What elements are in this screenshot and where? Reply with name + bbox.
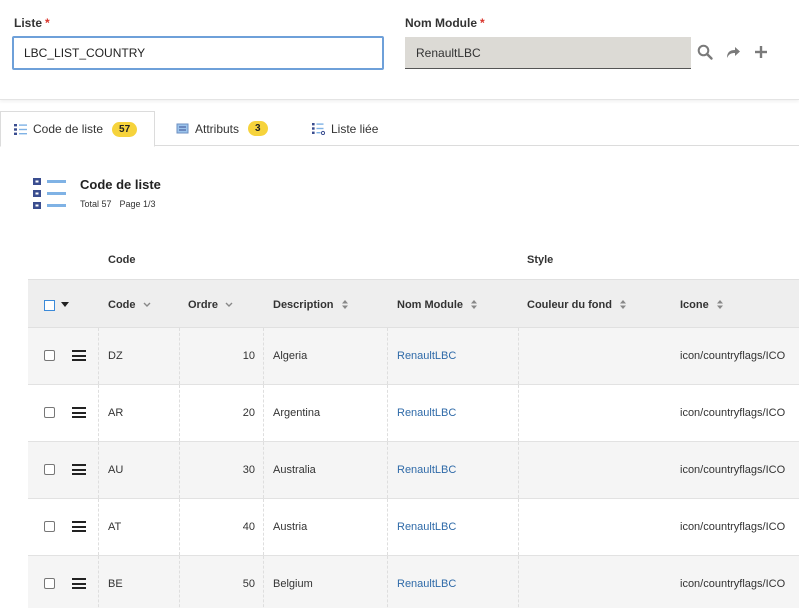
column-group-row: Code Style: [28, 242, 799, 279]
cell-ordre: 30: [242, 464, 255, 476]
tab-label: Code de liste: [33, 122, 104, 136]
column-header-code[interactable]: Code: [108, 280, 151, 329]
cell-code: AU: [108, 464, 124, 476]
module-input[interactable]: [405, 37, 691, 69]
column-header-row: Code Ordre Description Nom Module Couleu…: [28, 279, 799, 328]
hamburger-menu-icon[interactable]: [72, 521, 86, 532]
cell-description: Belgium: [273, 578, 313, 590]
sort-icon: [716, 299, 724, 310]
cell-module-link[interactable]: RenaultLBC: [397, 385, 456, 441]
list-icon: [32, 177, 68, 211]
hamburger-menu-icon[interactable]: [72, 464, 86, 475]
cell-description: Austria: [273, 521, 308, 533]
attributes-icon: [176, 122, 189, 135]
table-row[interactable]: AU 30 Australia RenaultLBC icon/countryf…: [28, 442, 799, 499]
cell-icone: icon/countryflags/ICO: [680, 464, 786, 476]
column-header-nom-module[interactable]: Nom Module: [397, 280, 478, 329]
chevron-down-icon: [143, 299, 151, 310]
cell-code: DZ: [108, 350, 123, 362]
search-icon[interactable]: [696, 43, 714, 61]
table-row[interactable]: DZ 10 Algeria RenaultLBC icon/countryfla…: [28, 328, 799, 385]
section-meta: Total 57 Page 1/3: [80, 199, 164, 209]
group-style: Style: [527, 254, 554, 266]
hamburger-menu-icon[interactable]: [72, 578, 86, 589]
sort-icon: [619, 299, 627, 310]
cell-description: Algeria: [273, 350, 308, 362]
table-body: DZ 10 Algeria RenaultLBC icon/countryfla…: [28, 328, 799, 608]
list-icon: [14, 123, 27, 136]
column-header-couleur-du-fond[interactable]: Couleur du fond: [527, 280, 627, 329]
hamburger-menu-icon[interactable]: [72, 350, 86, 361]
cell-ordre: 10: [242, 350, 255, 362]
cell-module-link[interactable]: RenaultLBC: [397, 442, 456, 498]
required-mark: *: [45, 16, 50, 30]
cell-icone: icon/countryflags/ICO: [680, 521, 786, 533]
cell-icone: icon/countryflags/ICO: [680, 407, 786, 419]
count-badge: 3: [248, 121, 268, 136]
plus-icon[interactable]: [752, 43, 770, 61]
data-grid: Code Style Code Ordre Description Nom Mo…: [28, 242, 799, 608]
chevron-down-icon[interactable]: [61, 302, 69, 307]
hamburger-menu-icon[interactable]: [72, 407, 86, 418]
sort-icon: [341, 299, 349, 310]
cell-ordre: 50: [242, 578, 255, 590]
group-code: Code: [108, 254, 136, 266]
liste-input[interactable]: [12, 36, 384, 70]
table-row[interactable]: AT 40 Austria RenaultLBC icon/countryfla…: [28, 499, 799, 556]
column-header-icone[interactable]: Icone: [680, 280, 724, 329]
table-row[interactable]: AR 20 Argentina RenaultLBC icon/countryf…: [28, 385, 799, 442]
liste-label: Liste *: [14, 16, 50, 30]
select-all-checkbox[interactable]: [44, 300, 55, 311]
tab-attributs[interactable]: Attributs 3: [176, 111, 286, 146]
tab-bar: Code de liste 57 Attributs 3 Liste liée: [0, 111, 799, 147]
chevron-down-icon: [225, 299, 233, 310]
linked-list-icon: [312, 122, 325, 135]
cell-description: Australia: [273, 464, 316, 476]
cell-code: AR: [108, 407, 124, 419]
row-checkbox[interactable]: [44, 464, 55, 475]
tab-label: Attributs: [195, 121, 240, 136]
page-indicator: Page 1/3: [119, 199, 156, 209]
cell-module-link[interactable]: RenaultLBC: [397, 328, 456, 384]
tab-liste-liee[interactable]: Liste liée: [312, 111, 412, 146]
cell-module-link[interactable]: RenaultLBC: [397, 499, 456, 555]
cell-module-link[interactable]: RenaultLBC: [397, 556, 456, 608]
sort-icon: [470, 299, 478, 310]
tab-label: Liste liée: [331, 121, 379, 136]
module-label: Nom Module *: [405, 16, 485, 30]
cell-ordre: 20: [242, 407, 255, 419]
count-badge: 57: [112, 121, 138, 137]
share-arrow-icon[interactable]: [724, 43, 742, 61]
row-checkbox[interactable]: [44, 578, 55, 589]
row-checkbox[interactable]: [44, 350, 55, 361]
cell-icone: icon/countryflags/ICO: [680, 578, 786, 590]
row-checkbox[interactable]: [44, 407, 55, 418]
section-title: Code de liste: [80, 177, 161, 192]
cell-code: BE: [108, 578, 123, 590]
row-checkbox[interactable]: [44, 521, 55, 532]
cell-ordre: 40: [242, 521, 255, 533]
table-row[interactable]: BE 50 Belgium RenaultLBC icon/countryfla…: [28, 556, 799, 608]
column-header-ordre[interactable]: Ordre: [188, 280, 233, 329]
cell-description: Argentina: [273, 407, 321, 419]
cell-icone: icon/countryflags/ICO: [680, 350, 786, 362]
cell-code: AT: [108, 521, 122, 533]
column-header-description[interactable]: Description: [273, 280, 349, 329]
tab-code-de-liste[interactable]: Code de liste 57: [0, 111, 155, 147]
required-mark: *: [480, 16, 485, 30]
total-count: Total 57: [80, 199, 112, 209]
form-header: Liste* Nom Module*: [0, 0, 799, 100]
